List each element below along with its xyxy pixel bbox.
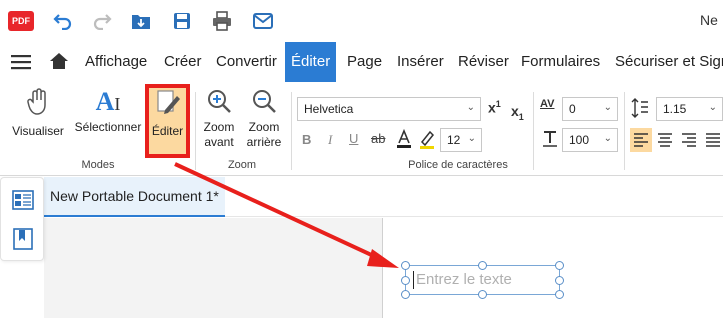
annotation-arrow: [174, 162, 399, 268]
